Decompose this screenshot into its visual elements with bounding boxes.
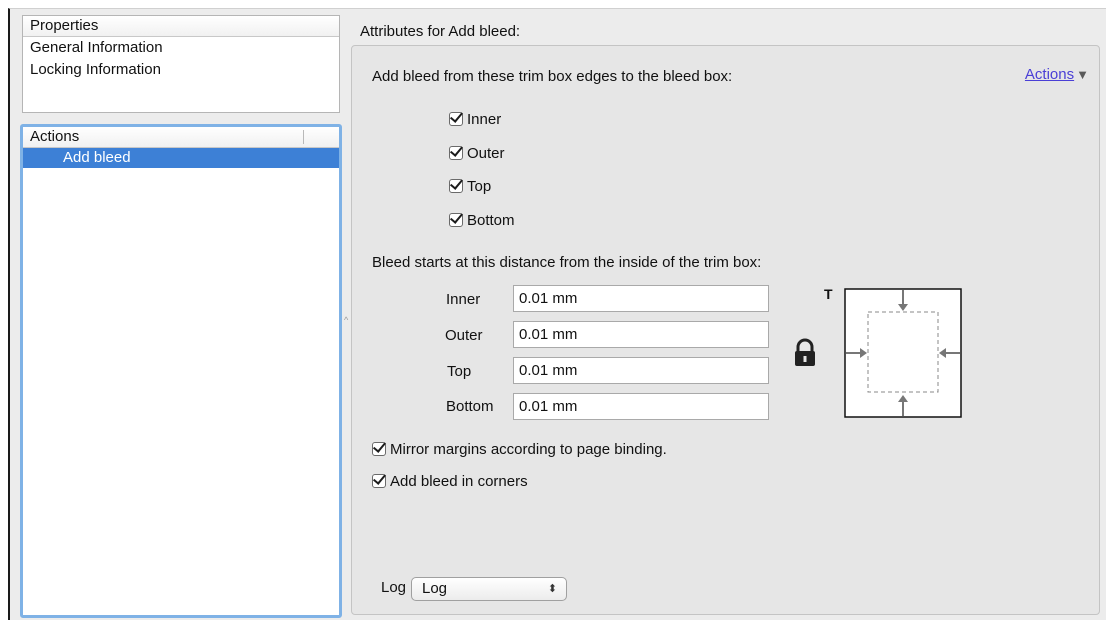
bottom-distance-input[interactable]: 0.01 mm	[513, 393, 769, 420]
actions-link-label: Actions	[1024, 66, 1075, 83]
edges-section-label: Add bleed from these trim box edges to t…	[372, 68, 733, 85]
actions-header-label: Actions	[30, 128, 80, 145]
distance-section-label: Bleed starts at this distance from the i…	[372, 254, 762, 271]
log-selected-value: Log	[422, 580, 448, 597]
actions-menu-link[interactable]: Actions ▼	[1025, 66, 1089, 83]
up-down-arrows-icon: ⬍	[547, 583, 557, 595]
diagram-top-label: T	[824, 286, 833, 302]
checkbox-checked-icon	[449, 213, 463, 227]
checkbox-label: Top	[467, 177, 492, 195]
checkbox-bleed-in-corners[interactable]: Add bleed in corners	[372, 470, 528, 492]
checkbox-label: Bottom	[467, 211, 515, 229]
attributes-title: Attributes for Add bleed:	[360, 23, 521, 40]
checkbox-label: Mirror margins according to page binding…	[390, 440, 667, 458]
lock-icon[interactable]	[792, 338, 818, 368]
checkbox-top-edge[interactable]: Top	[449, 175, 491, 197]
column-separator	[303, 130, 304, 144]
field-label-outer: Outer	[445, 327, 483, 344]
checkbox-mirror-margins[interactable]: Mirror margins according to page binding…	[372, 438, 667, 460]
properties-list: Properties General Information Locking I…	[22, 15, 340, 113]
field-label-bottom: Bottom	[446, 398, 494, 415]
list-item-locking-information[interactable]: Locking Information	[23, 59, 339, 81]
actions-list-header[interactable]: Actions	[23, 127, 339, 148]
checkbox-outer-edge[interactable]: Outer	[449, 142, 505, 164]
checkbox-label: Add bleed in corners	[390, 472, 528, 490]
checkbox-inner-edge[interactable]: Inner	[449, 108, 501, 130]
checkbox-checked-icon	[372, 442, 386, 456]
checkbox-bottom-edge[interactable]: Bottom	[449, 209, 515, 231]
field-label-top: Top	[447, 363, 472, 380]
log-select[interactable]: Log ⬍	[411, 577, 567, 601]
checkbox-label: Inner	[467, 110, 502, 128]
properties-header: Properties	[23, 16, 339, 37]
list-item-add-bleed[interactable]: Add bleed	[23, 148, 339, 168]
checkbox-checked-icon	[372, 474, 386, 488]
log-label: Log	[381, 579, 407, 596]
outer-distance-input[interactable]: 0.01 mm	[513, 321, 769, 348]
splitter-handle[interactable]: ^	[344, 316, 350, 325]
field-label-inner: Inner	[446, 291, 481, 308]
checkbox-label: Outer	[467, 144, 505, 162]
bleed-diagram-icon	[844, 288, 962, 418]
actions-list: Actions Add bleed	[20, 124, 342, 618]
main-window: Properties General Information Locking I…	[8, 8, 1106, 620]
checkbox-checked-icon	[449, 112, 463, 126]
attributes-panel: Actions ▼ Add bleed from these trim box e…	[351, 45, 1100, 615]
list-item-general-information[interactable]: General Information	[23, 37, 339, 59]
triangle-down-icon: ▼	[1076, 67, 1089, 82]
top-distance-input[interactable]: 0.01 mm	[513, 357, 769, 384]
checkbox-checked-icon	[449, 146, 463, 160]
checkbox-checked-icon	[449, 179, 463, 193]
inner-distance-input[interactable]: 0.01 mm	[513, 285, 769, 312]
